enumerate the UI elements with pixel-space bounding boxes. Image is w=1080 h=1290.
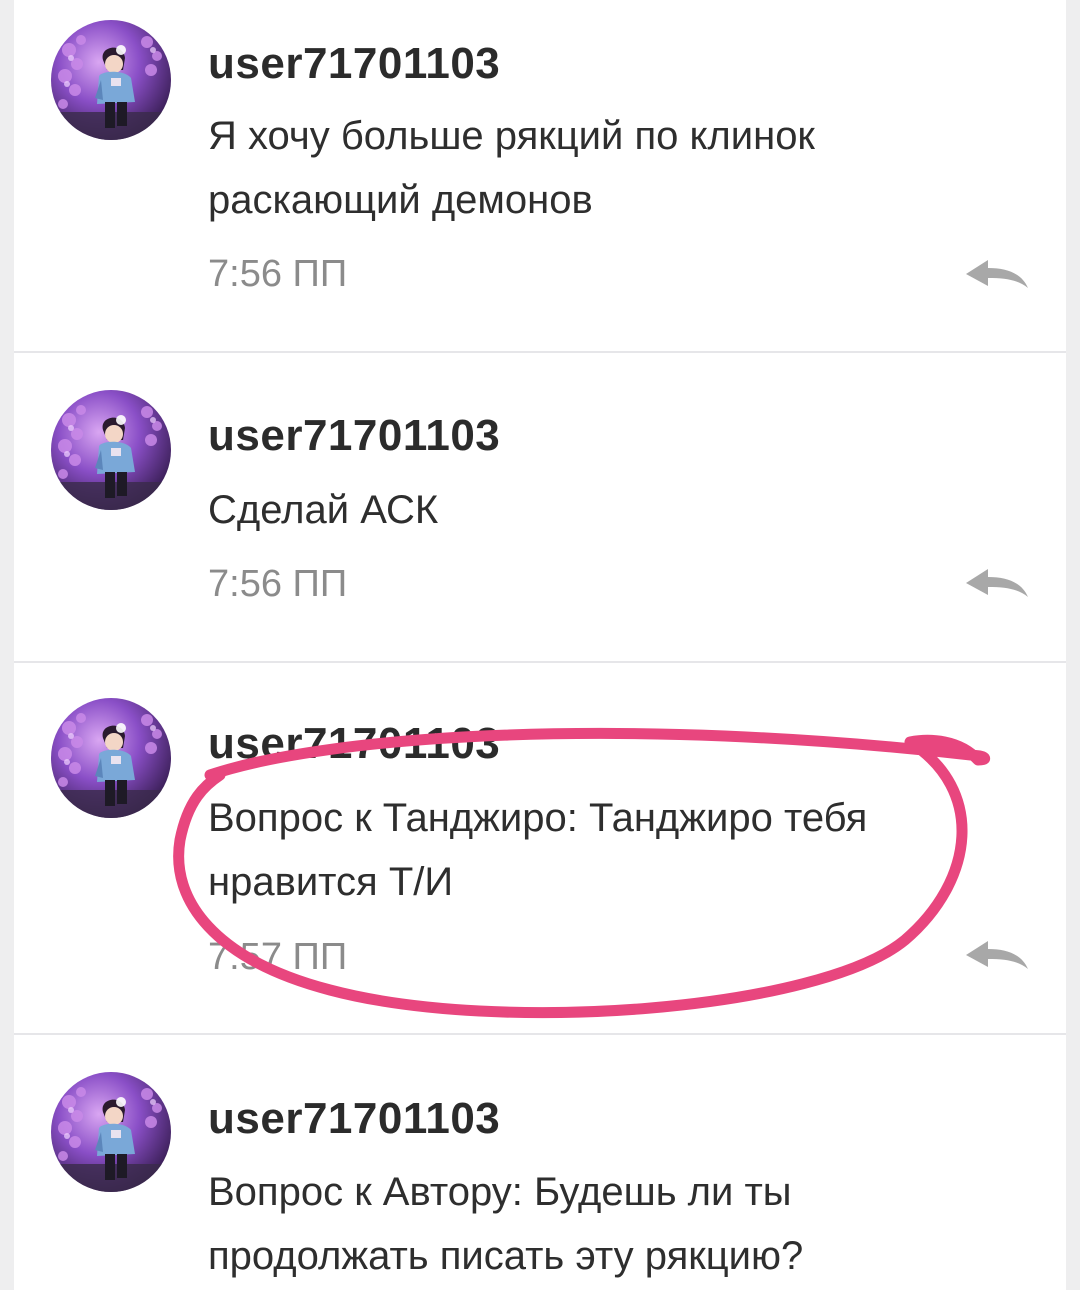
- comment-username[interactable]: user71701103: [208, 38, 500, 90]
- avatar[interactable]: [51, 390, 171, 510]
- avatar[interactable]: [51, 1072, 171, 1192]
- avatar[interactable]: [51, 20, 171, 140]
- comment-username[interactable]: user71701103: [208, 410, 500, 462]
- comment-text: Вопрос к Автору: Будешь ли ты продолжать…: [208, 1170, 804, 1278]
- reply-arrow-icon[interactable]: [964, 565, 1030, 605]
- comment-text: Сделай АСК: [208, 488, 439, 532]
- comments-feed: user71701103 Я хочу больше рякций по кли…: [14, 0, 1066, 1290]
- divider: [14, 351, 1066, 353]
- comment-text: Вопрос к Танджиро: Танджиро тебя нравитс…: [208, 796, 868, 904]
- divider: [14, 1033, 1066, 1035]
- reply-arrow-icon[interactable]: [964, 256, 1030, 296]
- comment-username[interactable]: user71701103: [208, 1093, 500, 1145]
- comment-text: Я хочу больше рякций по клинок раскающий…: [208, 114, 815, 222]
- comment-time: 7:56 ПП: [208, 563, 348, 605]
- reply-arrow-icon[interactable]: [964, 937, 1030, 977]
- comment-username[interactable]: user71701103: [208, 718, 500, 770]
- avatar[interactable]: [51, 698, 171, 818]
- comment-time: 7:57 ПП: [208, 936, 348, 978]
- divider: [14, 661, 1066, 663]
- comment-time: 7:56 ПП: [208, 253, 348, 295]
